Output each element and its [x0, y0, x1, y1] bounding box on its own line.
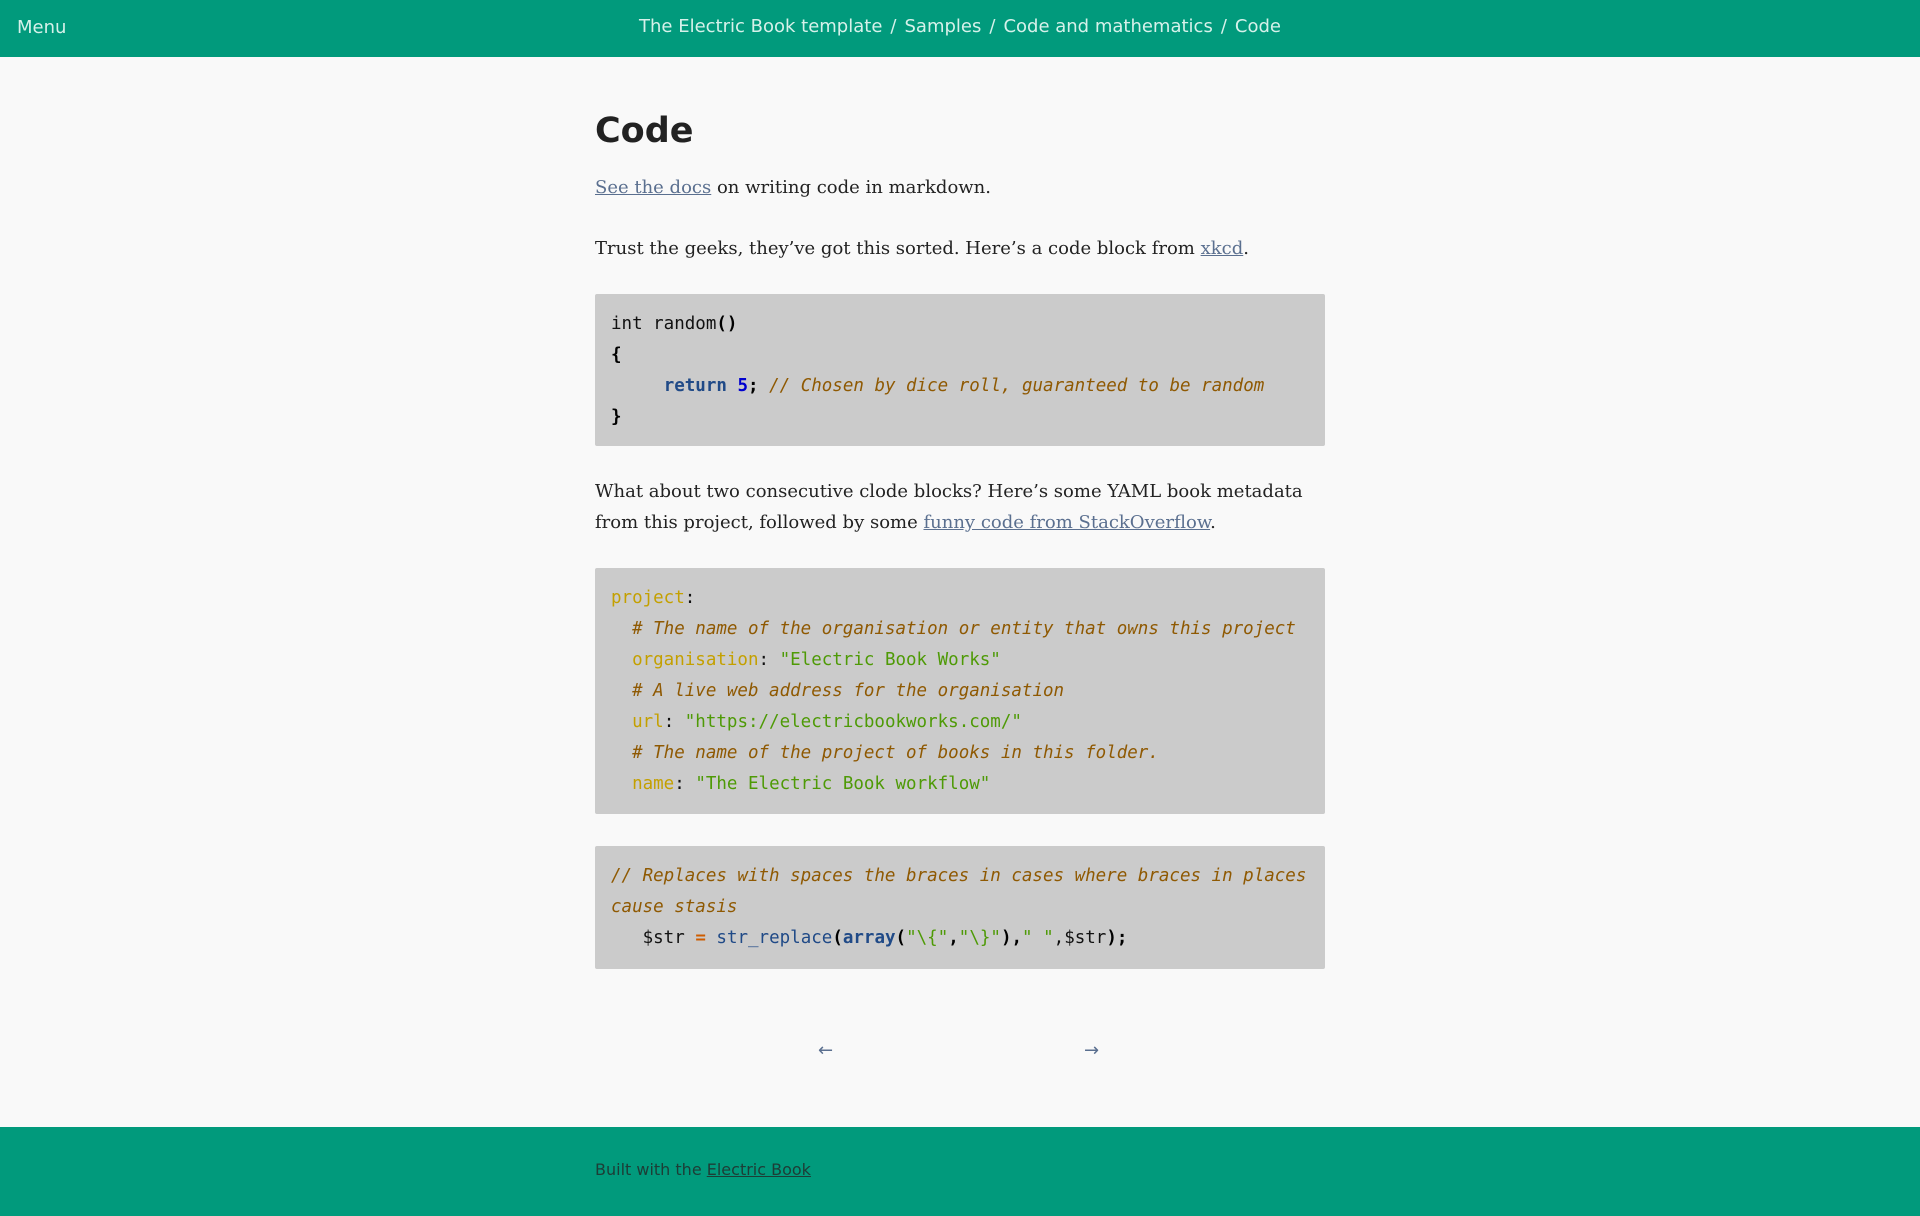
xkcd-text: Trust the geeks, they’ve got this sorted…: [595, 238, 1201, 259]
stackoverflow-link[interactable]: funny code from StackOverflow: [923, 512, 1210, 533]
breadcrumb-code-and-mathematics[interactable]: Code and mathematics: [1003, 16, 1212, 37]
breadcrumb-book[interactable]: The Electric Book template: [639, 16, 882, 37]
yaml-value: "https://electricbookworks.com/": [684, 712, 1022, 732]
code-token: 5: [737, 376, 748, 396]
top-bar: Menu The Electric Book template / Samples /…: [0, 0, 1920, 57]
page-title: Code: [595, 111, 694, 151]
code-token: " ": [1022, 928, 1054, 948]
breadcrumb: The Electric Book template / Samples / Code …: [0, 16, 1920, 37]
footer-label: Built with the: [595, 1160, 707, 1179]
yaml-value: "The Electric Book workflow": [695, 774, 991, 794]
code-token: return: [663, 376, 727, 396]
code-token: "\{": [906, 928, 949, 948]
xkcd-end: .: [1243, 238, 1249, 259]
code-token: "\}": [958, 928, 1001, 948]
code-comment: // Replaces with spaces the braces in ca…: [611, 866, 1317, 917]
yaml-key: url: [632, 712, 664, 732]
code-token: ;: [748, 376, 759, 396]
previous-page-arrow[interactable]: ←: [818, 1040, 833, 1061]
docs-link[interactable]: See the docs: [595, 177, 711, 198]
code-token: {: [611, 345, 622, 365]
footer-text: Built with the Electric Book: [595, 1160, 811, 1179]
code-comment: // Chosen by dice roll, guaranteed to be…: [769, 376, 1265, 396]
yaml-key: project: [611, 588, 685, 608]
breadcrumb-separator: /: [890, 16, 897, 37]
code-token: int random: [611, 314, 717, 334]
xkcd-paragraph: Trust the geeks, they’ve got this sorted…: [595, 233, 1325, 264]
next-page-arrow[interactable]: →: [1084, 1040, 1099, 1061]
code-token: array: [842, 928, 896, 948]
electric-book-link[interactable]: Electric Book: [707, 1160, 811, 1179]
code-token: }: [611, 407, 622, 427]
breadcrumb-separator: /: [989, 16, 996, 37]
footer: Built with the Electric Book: [0, 1127, 1920, 1216]
intro-text: on writing code in markdown.: [711, 177, 991, 198]
code-token: (): [716, 314, 738, 334]
breadcrumb-samples[interactable]: Samples: [904, 16, 981, 37]
code-comment: # A live web address for the organisatio…: [632, 681, 1065, 701]
code-token: =: [695, 928, 706, 948]
breadcrumb-separator: /: [1220, 16, 1227, 37]
xkcd-link[interactable]: xkcd: [1201, 238, 1244, 259]
yaml-end: .: [1210, 512, 1216, 533]
yaml-value: "Electric Book Works": [779, 650, 1001, 670]
yaml-key: name: [632, 774, 675, 794]
code-block-c: int random() { return 5; // Chosen by di…: [595, 294, 1325, 446]
intro-paragraph: See the docs on writing code in markdown…: [595, 172, 1325, 203]
code-token: $str: [642, 928, 685, 948]
code-comment: # The name of the organisation or entity…: [632, 619, 1296, 639]
main-content: Code See the docs on writing code in mar…: [595, 107, 1325, 969]
code-block-php: // Replaces with spaces the braces in ca…: [595, 846, 1325, 969]
breadcrumb-current[interactable]: Code: [1235, 16, 1281, 37]
code-block-yaml: project: # The name of the organisation …: [595, 568, 1325, 814]
yaml-paragraph: What about two consecutive clode blocks?…: [595, 476, 1325, 538]
code-token: $str: [1064, 928, 1107, 948]
code-token: str_replace: [716, 928, 833, 948]
yaml-key: organisation: [632, 650, 759, 670]
code-comment: # The name of the project of books in th…: [632, 743, 1159, 763]
